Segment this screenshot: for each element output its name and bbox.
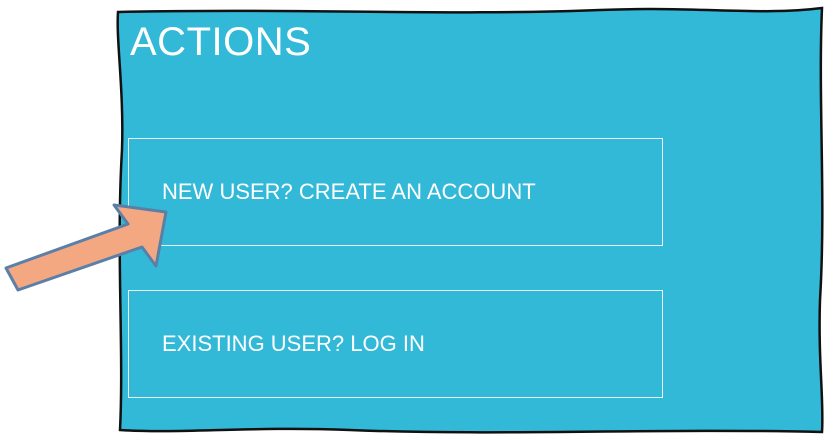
create-account-button[interactable]: NEW USER? CREATE AN ACCOUNT	[128, 138, 663, 246]
login-button[interactable]: EXISTING USER? LOG IN	[128, 290, 663, 398]
create-account-button-label: NEW USER? CREATE AN ACCOUNT	[162, 179, 536, 204]
login-button-label: EXISTING USER? LOG IN	[162, 331, 425, 356]
screenshot-stage: ACTIONS NEW USER? CREATE AN ACCOUNT EXIS…	[0, 0, 830, 437]
actions-heading: ACTIONS	[130, 20, 312, 64]
